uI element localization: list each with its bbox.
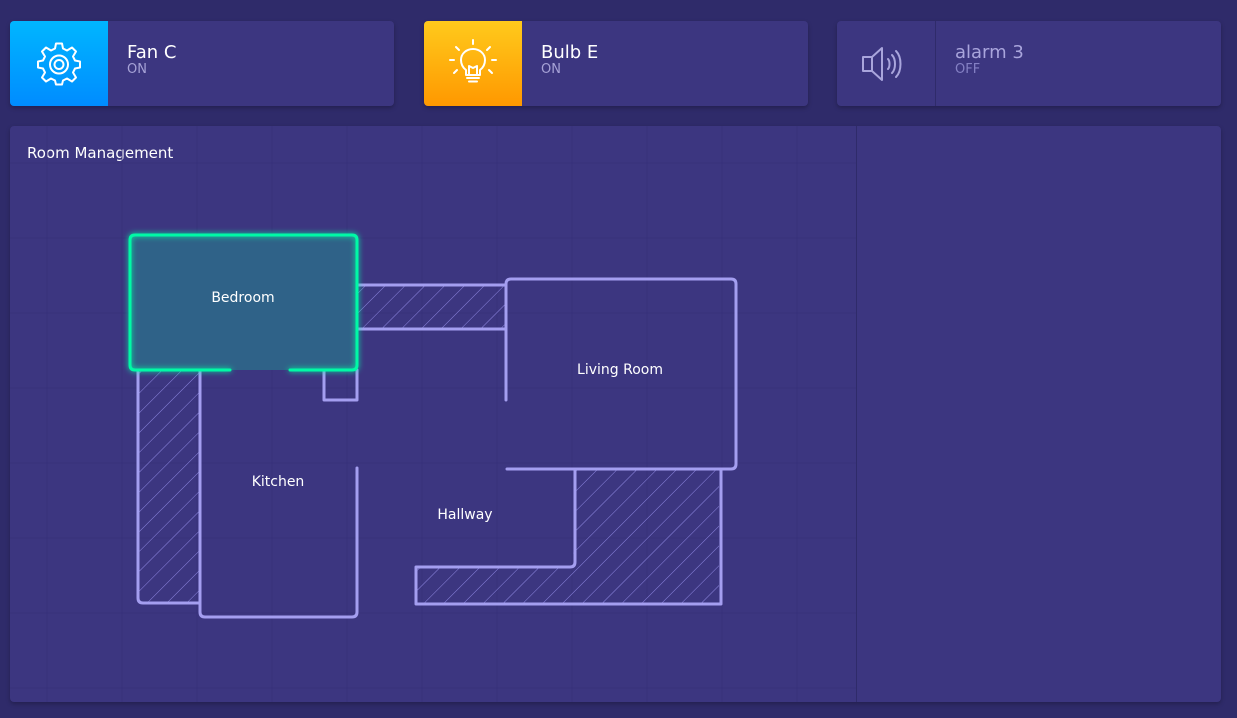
device-card-bulb[interactable]: Bulb E ON [424, 21, 808, 106]
room-bedroom[interactable]: Bedroom [128, 233, 359, 372]
gear-icon [37, 42, 81, 85]
iot-dashboard: Fan C ON Bulb E ON alarm 3 OFF Room Mana… [0, 0, 1237, 718]
room-kitchen[interactable]: Kitchen [202, 372, 355, 615]
room-management-panel: Room Management Bedroom Living Room Kitc… [10, 126, 1221, 702]
device-status: ON [127, 62, 147, 77]
room-label-living-room: Living Room [577, 362, 663, 378]
device-icon-box-fan [10, 21, 108, 106]
device-card-alarm[interactable]: alarm 3 OFF [837, 21, 1221, 106]
room-label-kitchen: Kitchen [252, 474, 305, 490]
room-label-bedroom: Bedroom [211, 290, 274, 306]
floor-plan: Bedroom Living Room Kitchen Hallway [10, 126, 857, 702]
speaker-icon [862, 46, 902, 81]
device-status: ON [541, 62, 561, 77]
room-label-hallway: Hallway [437, 507, 492, 523]
device-icon-box-bulb [424, 21, 522, 106]
lightbulb-icon [449, 38, 497, 82]
device-card-fan[interactable]: Fan C ON [10, 21, 394, 106]
room-hallway[interactable]: Hallway [359, 471, 573, 565]
device-status: OFF [955, 62, 981, 77]
device-icon-box-alarm [837, 21, 936, 106]
room-living-room[interactable]: Living Room [508, 281, 734, 467]
